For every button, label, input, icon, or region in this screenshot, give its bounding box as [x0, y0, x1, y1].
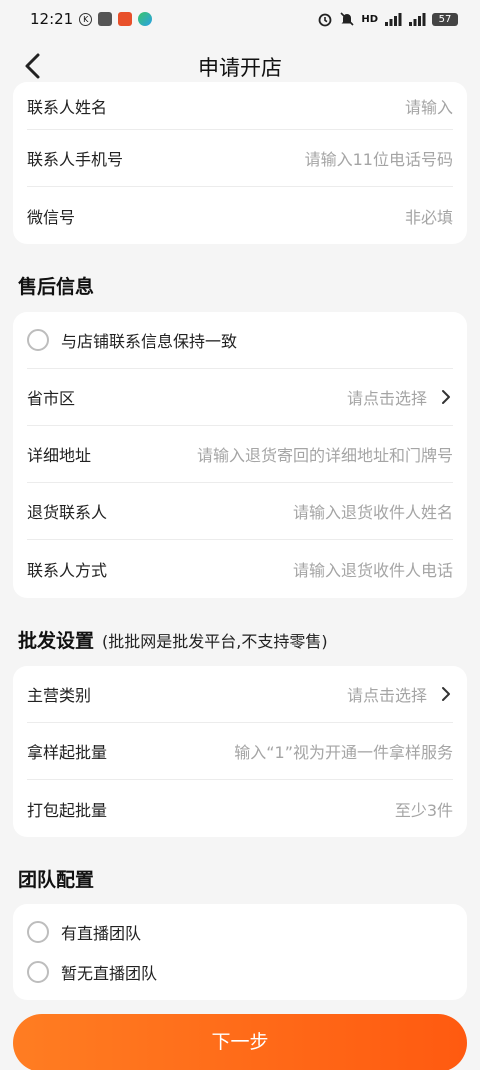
- status-left: 12:21 K: [30, 10, 153, 28]
- main-category-select[interactable]: 请点击选择: [347, 682, 427, 706]
- region-label: 省市区: [27, 389, 76, 408]
- contact-phone-input[interactable]: 请输入11位电话号码: [305, 146, 453, 170]
- address-row[interactable]: 详细地址 请输入退货寄回的详细地址和门牌号: [27, 426, 453, 483]
- team-none-radio[interactable]: [27, 961, 49, 983]
- sample-min-input[interactable]: 输入“1”视为开通一件拿样服务: [234, 739, 453, 763]
- status-bar: 12:21 K HD 57: [0, 0, 480, 38]
- return-contact-label: 退货联系人: [27, 503, 108, 522]
- team-option-live[interactable]: 有直播团队: [27, 920, 141, 944]
- region-row[interactable]: 省市区 请点击选择: [27, 369, 453, 426]
- same-as-store-label: 与店铺联系信息保持一致: [61, 332, 238, 351]
- contact-info-card: 联系人姓名 请输入 联系人手机号 请输入11位电话号码 微信号 非必填: [13, 82, 467, 244]
- k-app-icon: K: [79, 12, 93, 26]
- apply-store-page: 12:21 K HD 57 申请开店 联系人姓名 请输入 联系人手机号 请输入1…: [0, 0, 480, 1070]
- wholesale-title: 批发设置 (批批网是批发平台,不支持零售): [18, 626, 328, 653]
- return-contact-input[interactable]: 请输入退货收件人姓名: [293, 499, 453, 523]
- after-sales-card: 与店铺联系信息保持一致 省市区 请点击选择 详细地址 请输入退货寄回的详细地址和…: [13, 312, 467, 598]
- team-none-label: 暂无直播团队: [61, 964, 158, 983]
- wechat-input[interactable]: 非必填: [405, 204, 453, 228]
- main-category-value: 请点击选择: [347, 682, 453, 706]
- pack-min-row[interactable]: 打包起批量 至少3件: [27, 780, 453, 837]
- wholesale-card: 主营类别 请点击选择 拿样起批量 输入“1”视为开通一件拿样服务 打包起批量 至…: [13, 666, 467, 837]
- address-input[interactable]: 请输入退货寄回的详细地址和门牌号: [197, 442, 453, 466]
- play-app-icon: [138, 12, 153, 26]
- main-category-label: 主营类别: [27, 686, 92, 705]
- after-sales-title: 售后信息: [18, 276, 95, 298]
- address-label: 详细地址: [27, 446, 92, 465]
- sample-min-row[interactable]: 拿样起批量 输入“1”视为开通一件拿样服务: [27, 723, 453, 780]
- chevron-right-icon: [442, 390, 450, 404]
- team-option-none[interactable]: 暂无直播团队: [27, 960, 157, 984]
- same-as-store-radio[interactable]: [27, 329, 49, 351]
- same-as-store-row[interactable]: 与店铺联系信息保持一致: [27, 312, 453, 369]
- app-notification-icon: [118, 12, 133, 26]
- wechat-row[interactable]: 微信号 非必填: [27, 187, 453, 244]
- main-category-row[interactable]: 主营类别 请点击选择: [27, 666, 453, 723]
- battery-icon: 57: [432, 12, 458, 26]
- same-as-store-option: 与店铺联系信息保持一致: [27, 328, 237, 352]
- alarm-icon: [318, 13, 332, 27]
- sim-card-icon: [98, 12, 113, 26]
- return-phone-row[interactable]: 联系人方式 请输入退货收件人电话: [27, 540, 453, 597]
- hd-icon: HD: [361, 13, 378, 25]
- contact-name-label: 联系人姓名: [27, 97, 108, 117]
- next-step-button[interactable]: 下一步: [13, 1014, 467, 1070]
- contact-phone-label: 联系人手机号: [27, 150, 124, 169]
- status-right: HD 57: [317, 11, 458, 27]
- pack-min-input[interactable]: 至少3件: [395, 797, 453, 821]
- return-contact-row[interactable]: 退货联系人 请输入退货收件人姓名: [27, 483, 453, 540]
- sample-min-label: 拿样起批量: [27, 743, 108, 762]
- region-select[interactable]: 请点击选择: [347, 385, 427, 409]
- wholesale-title-text: 批发设置: [18, 630, 95, 652]
- return-phone-input[interactable]: 请输入退货收件人电话: [293, 557, 453, 581]
- team-card: 有直播团队 暂无直播团队: [13, 904, 467, 1000]
- team-title: 团队配置: [18, 869, 95, 891]
- chevron-right-icon: [442, 687, 450, 701]
- return-phone-label: 联系人方式: [27, 560, 108, 580]
- page-title: 申请开店: [198, 56, 282, 80]
- region-value: 请点击选择: [347, 385, 453, 409]
- signal-5g-icon: [409, 13, 426, 26]
- contact-phone-row[interactable]: 联系人手机号 请输入11位电话号码: [27, 130, 453, 187]
- team-live-radio[interactable]: [27, 921, 49, 943]
- signal-4g-icon: [385, 13, 402, 26]
- mute-icon: [340, 12, 354, 26]
- wholesale-note: (批批网是批发平台,不支持零售): [102, 632, 328, 651]
- contact-name-row[interactable]: 联系人姓名 请输入: [27, 82, 453, 130]
- status-time: 12:21: [30, 10, 74, 28]
- team-live-label: 有直播团队: [61, 924, 142, 943]
- contact-name-input[interactable]: 请输入: [405, 94, 453, 118]
- wechat-label: 微信号: [27, 207, 76, 227]
- pack-min-label: 打包起批量: [27, 800, 108, 820]
